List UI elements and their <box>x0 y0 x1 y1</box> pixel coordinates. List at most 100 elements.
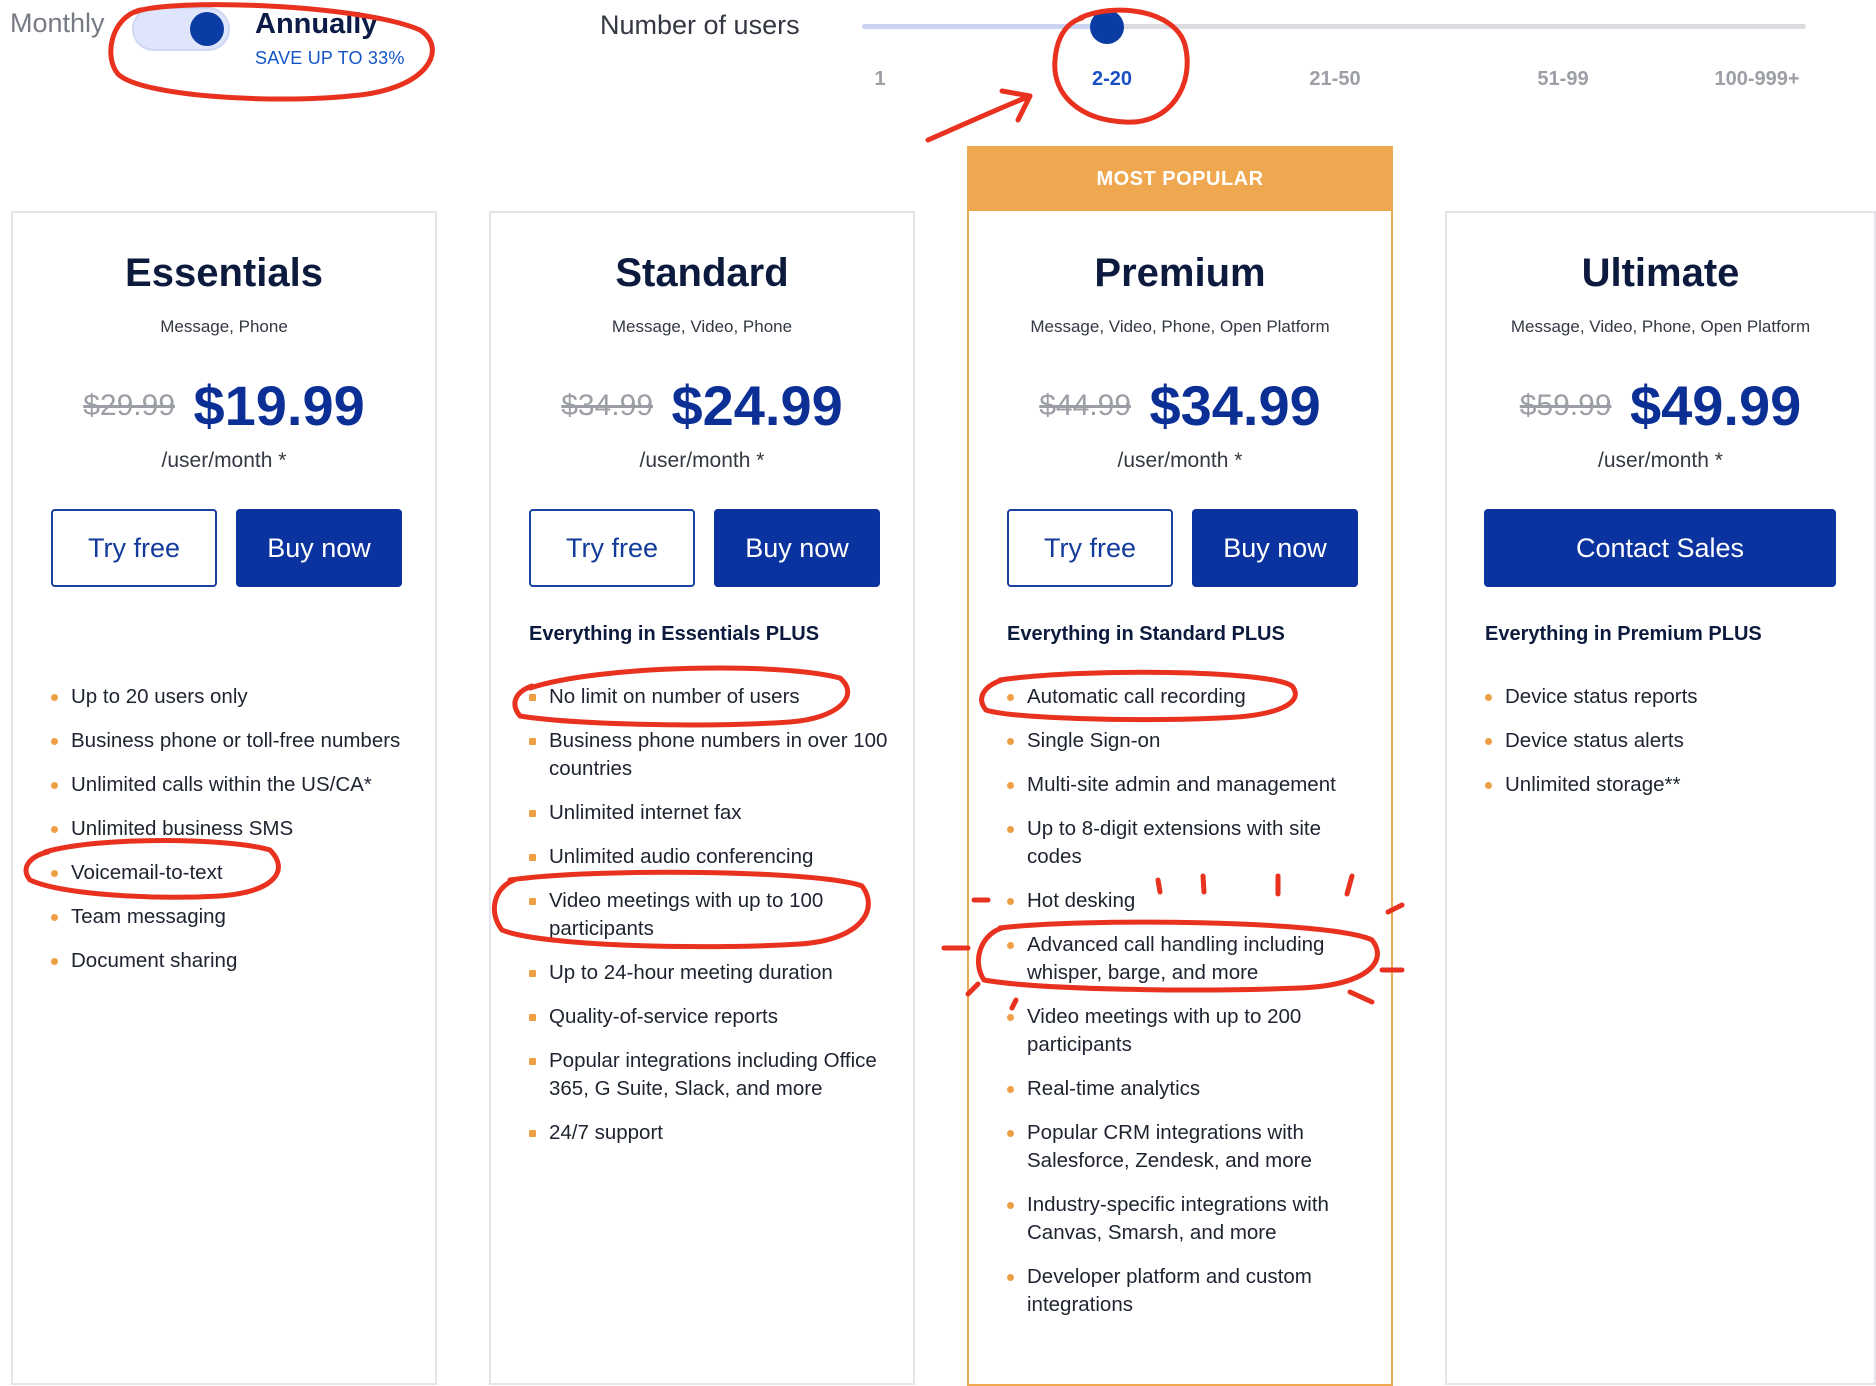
old-price: $44.99 <box>1039 388 1132 422</box>
bullet-icon <box>529 1058 536 1065</box>
bullet-icon <box>51 782 58 789</box>
billing-toggle-switch[interactable] <box>132 7 230 51</box>
current-price: $49.99 <box>1629 374 1802 437</box>
plan-card-premium: MOST POPULAR Premium Message, Video, Pho… <box>967 146 1393 1386</box>
bullet-icon <box>529 854 536 861</box>
feature-text: Device status alerts <box>1505 729 1684 752</box>
feature-text: Unlimited storage** <box>1505 773 1681 796</box>
price-unit: /user/month * <box>639 449 765 472</box>
feature-text: Business phone or toll-free numbers <box>71 729 401 752</box>
feature-text: Automatic call recording <box>1027 685 1246 708</box>
feature-text: Unlimited business SMS <box>71 817 294 840</box>
feature-item: Single Sign-on <box>1007 727 1367 755</box>
feature-text: Team messaging <box>71 905 226 928</box>
billing-monthly-label[interactable]: Monthly <box>10 8 105 39</box>
try-free-button[interactable]: Try free <box>529 509 695 587</box>
users-tick-51-99[interactable]: 51-99 <box>1537 68 1588 91</box>
feature-text: Voicemail-to-text <box>71 861 223 884</box>
price-row: $34.99 $24.99 <box>491 373 913 438</box>
feature-item: Business phone or toll-free numbers <box>51 727 411 755</box>
bullet-icon <box>1007 782 1014 789</box>
feature-item: Unlimited audio conferencing <box>529 843 889 871</box>
feature-item: Device status reports <box>1485 683 1845 711</box>
feature-text: Video meetings with up to 100 participan… <box>549 889 824 940</box>
price-row: $44.99 $34.99 <box>969 373 1391 438</box>
feature-item: No limit on number of users <box>529 683 889 711</box>
plan-card-essentials: Essentials Message, Phone $29.99 $19.99 … <box>11 211 437 1385</box>
plan-channels: Message, Video, Phone, Open Platform <box>1030 317 1330 336</box>
users-tick-2-20[interactable]: 2-20 <box>1092 68 1132 91</box>
plan-channels: Message, Video, Phone, Open Platform <box>1510 317 1811 336</box>
users-slider-thumb[interactable] <box>1090 10 1124 44</box>
feature-list: No limit on number of users Business phon… <box>529 683 889 1163</box>
users-tick-21-50[interactable]: 21-50 <box>1309 68 1360 91</box>
feature-list: Up to 20 users only Business phone or tol… <box>51 683 411 991</box>
toggle-knob[interactable] <box>190 12 224 46</box>
feature-item: Business phone numbers in over 100 count… <box>529 727 889 783</box>
price-unit: /user/month * <box>161 449 287 472</box>
price-unit: /user/month * <box>1598 449 1723 472</box>
plan-channels: Message, Phone <box>160 317 288 336</box>
feature-item: Video meetings with up to 200 participan… <box>1007 1003 1367 1059</box>
users-tick-100-999[interactable]: 100-999+ <box>1714 68 1799 91</box>
try-free-button[interactable]: Try free <box>51 509 217 587</box>
feature-item: Real-time analytics <box>1007 1075 1367 1103</box>
feature-text: No limit on number of users <box>549 685 800 708</box>
buy-now-button[interactable]: Buy now <box>714 509 880 587</box>
current-price: $19.99 <box>193 374 365 437</box>
feature-text: Unlimited calls within the US/CA* <box>71 773 372 796</box>
feature-text: Device status reports <box>1505 685 1698 708</box>
feature-text: Quality-of-service reports <box>549 1005 778 1028</box>
feature-item: Document sharing <box>51 947 411 975</box>
feature-text: 24/7 support <box>549 1121 663 1144</box>
feature-text: Unlimited audio conferencing <box>549 845 814 868</box>
feature-item: Popular CRM integrations with Salesforce… <box>1007 1119 1367 1175</box>
everything-in-heading: Everything in Essentials PLUS <box>529 623 820 645</box>
feature-text: Industry-specific integrations with Canv… <box>1027 1193 1329 1244</box>
feature-item: 24/7 support <box>529 1119 889 1147</box>
try-free-button[interactable]: Try free <box>1007 509 1173 587</box>
feature-text: Up to 20 users only <box>71 685 248 708</box>
old-price: $34.99 <box>561 388 654 422</box>
feature-item: Up to 8-digit extensions with site codes <box>1007 815 1367 871</box>
users-tick-1[interactable]: 1 <box>874 68 885 91</box>
users-slider-track[interactable] <box>862 24 1806 29</box>
bullet-icon <box>529 1014 536 1021</box>
bullet-icon <box>1007 694 1014 701</box>
bullet-icon <box>1007 1014 1014 1021</box>
billing-annually-label[interactable]: Annually <box>255 8 377 41</box>
bullet-icon <box>1007 826 1014 833</box>
buy-now-button[interactable]: Buy now <box>236 509 402 587</box>
bullet-icon <box>1007 1130 1014 1137</box>
bullet-icon <box>51 870 58 877</box>
feature-text: Popular integrations including Office 36… <box>549 1049 877 1100</box>
bullet-icon <box>51 694 58 701</box>
contact-sales-button[interactable]: Contact Sales <box>1484 509 1836 587</box>
feature-text: Document sharing <box>71 949 238 972</box>
users-slider-fill <box>862 24 1108 29</box>
bullet-icon <box>1485 738 1492 745</box>
bullet-icon <box>1007 1274 1014 1281</box>
feature-item: Popular integrations including Office 36… <box>529 1047 889 1103</box>
buy-now-button[interactable]: Buy now <box>1192 509 1358 587</box>
bullet-icon <box>1007 1202 1014 1209</box>
everything-in-heading: Everything in Premium PLUS <box>1485 623 1762 645</box>
plan-card-ultimate: Ultimate Message, Video, Phone, Open Pla… <box>1445 211 1876 1385</box>
plan-name: Premium <box>1094 251 1266 295</box>
feature-item: Hot desking <box>1007 887 1367 915</box>
feature-item: Automatic call recording <box>1007 683 1367 711</box>
feature-text: Business phone numbers in over 100 count… <box>549 729 888 780</box>
bullet-icon <box>51 958 58 965</box>
price-row: $29.99 $19.99 <box>13 373 435 438</box>
bullet-icon <box>529 1130 536 1137</box>
feature-item: Unlimited business SMS <box>51 815 411 843</box>
current-price: $24.99 <box>671 374 843 437</box>
feature-item: Unlimited internet fax <box>529 799 889 827</box>
price-row: $59.99 $49.99 <box>1447 373 1874 438</box>
bullet-icon <box>1007 1086 1014 1093</box>
feature-item: Device status alerts <box>1485 727 1845 755</box>
feature-item: Advanced call handling including whisper… <box>1007 931 1367 987</box>
feature-item: Voicemail-to-text <box>51 859 411 887</box>
feature-item: Multi-site admin and management <box>1007 771 1367 799</box>
plan-name: Standard <box>615 251 789 295</box>
